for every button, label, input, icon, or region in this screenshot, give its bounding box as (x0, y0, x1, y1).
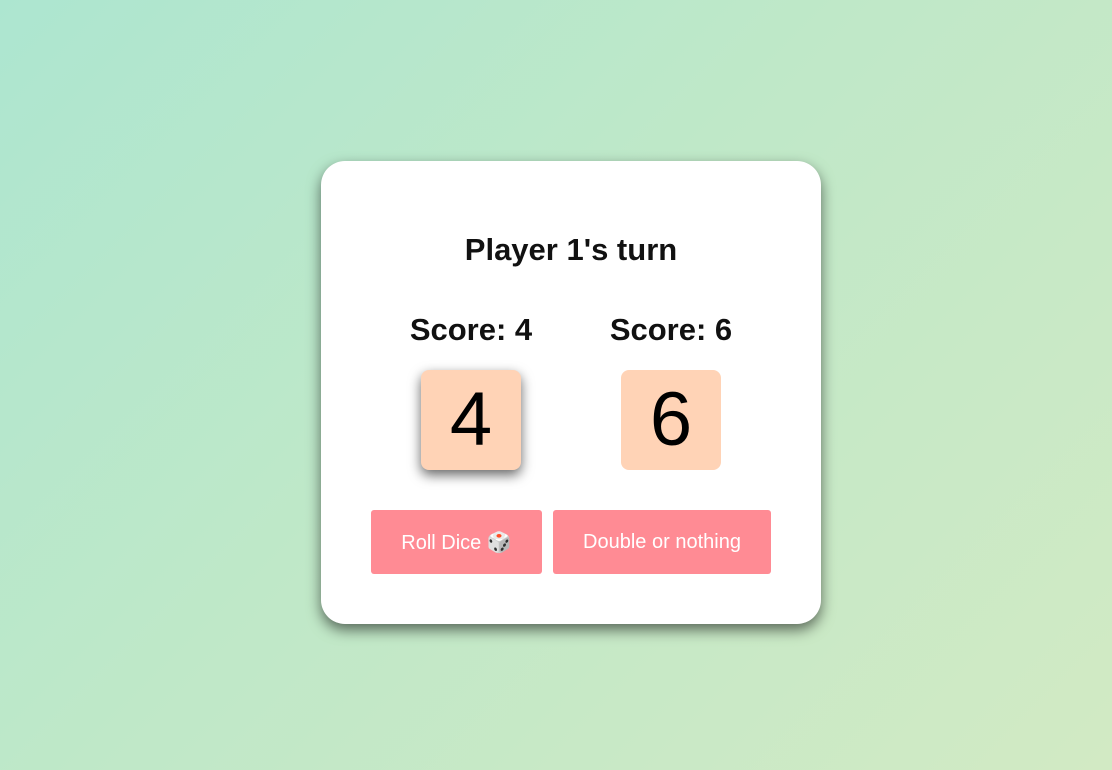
player-2-panel: Score: 6 6 (571, 311, 771, 470)
game-card: Player 1's turn Score: 4 4 Score: 6 6 Ro… (321, 161, 821, 624)
player-1-panel: Score: 4 4 (371, 311, 571, 470)
player-2-die: 6 (621, 370, 721, 470)
player-2-score: Score: 6 (609, 312, 733, 347)
player-1-die: 4 (421, 370, 521, 470)
turn-indicator: Player 1's turn (464, 232, 678, 267)
player-1-score: Score: 4 (409, 312, 533, 347)
roll-dice-button[interactable]: Roll Dice 🎲 (371, 510, 542, 574)
double-or-nothing-button[interactable]: Double or nothing (553, 510, 771, 574)
